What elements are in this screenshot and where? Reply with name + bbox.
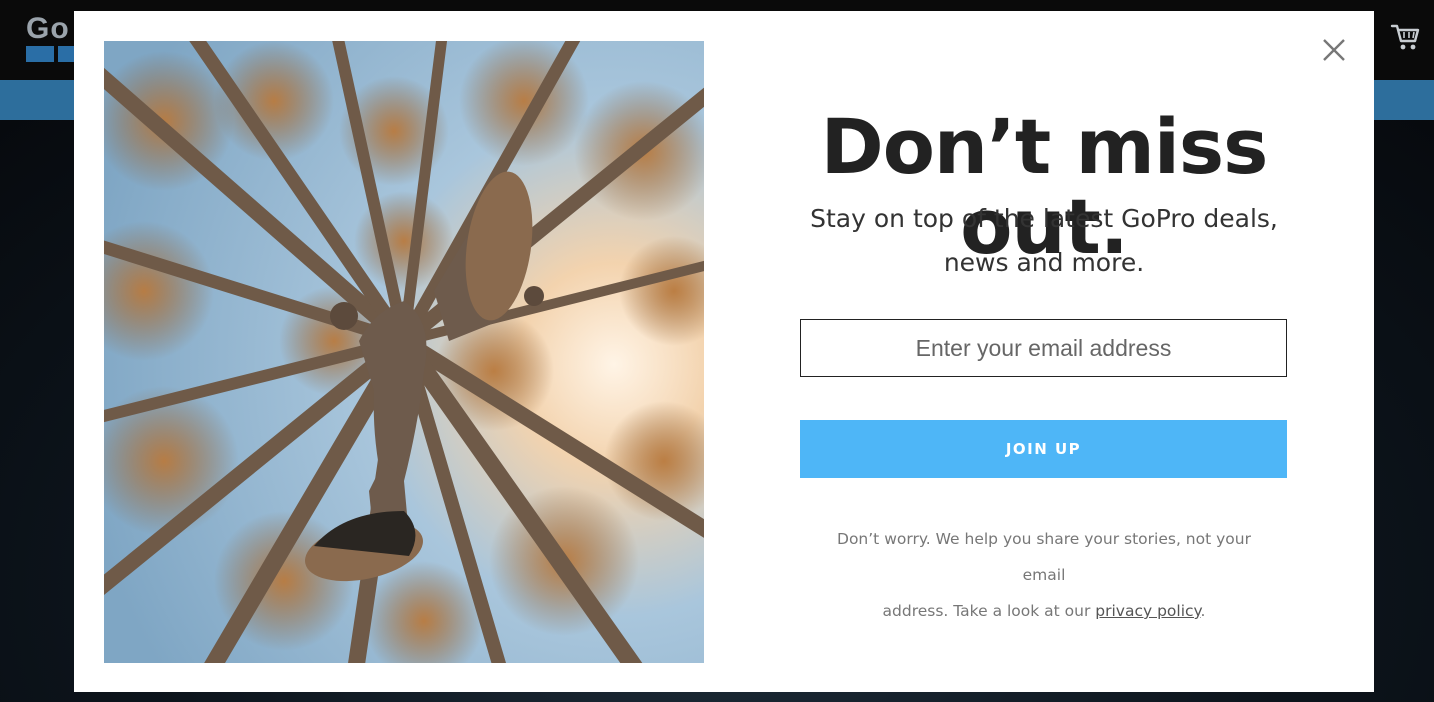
disclaimer-prefix: address. Take a look at our xyxy=(882,602,1096,620)
disclaimer-line-2: address. Take a look at our privacy poli… xyxy=(814,593,1274,629)
email-input[interactable] xyxy=(800,319,1287,377)
disclaimer: Don’t worry. We help you share your stor… xyxy=(814,521,1274,629)
subtext: Stay on top of the latest GoPro deals, n… xyxy=(794,197,1294,285)
subtext-line-1: Stay on top of the latest GoPro deals, xyxy=(810,204,1278,233)
subtext-line-2: news and more. xyxy=(943,248,1145,277)
signup-panel: Don’t miss out. Stay on top of the lates… xyxy=(744,11,1344,692)
privacy-policy-link[interactable]: privacy policy xyxy=(1095,602,1200,620)
disclaimer-line-1: Don’t worry. We help you share your stor… xyxy=(837,530,1251,584)
forest-jump-photo xyxy=(104,41,704,663)
newsletter-modal: Don’t miss out. Stay on top of the lates… xyxy=(74,11,1374,692)
cart-icon[interactable] xyxy=(1390,22,1420,52)
disclaimer-suffix: . xyxy=(1200,602,1206,620)
join-up-button[interactable]: JOIN UP xyxy=(800,420,1287,478)
